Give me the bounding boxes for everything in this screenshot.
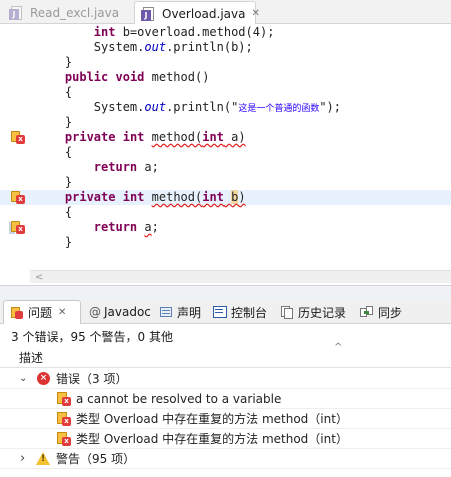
tab-console[interactable]: 控制台 [213, 300, 267, 324]
tab-label: Overload.java [162, 6, 246, 21]
horizontal-scrollbar[interactable]: < [30, 270, 451, 283]
tree-group-errors[interactable]: ⌄ × 错误（3 项） [0, 369, 451, 389]
code-area[interactable]: int b=overload.method(4); System.out.pri… [0, 25, 451, 250]
java-file-icon: J [141, 6, 157, 22]
panel-separator[interactable] [0, 285, 451, 300]
error-marker-icon[interactable]: x [11, 131, 25, 144]
tab-label: Read_excl.java [30, 5, 120, 20]
code-line: } [64, 115, 73, 129]
error-text: 类型 Overload 中存在重复的方法 method（int） [76, 432, 348, 446]
code-line: System.out.println("这是一个普通的函数"); [93, 100, 342, 114]
error-marker-icon: x [56, 411, 72, 427]
javadoc-icon: @ [89, 305, 101, 319]
code-line: return a; [93, 160, 159, 174]
error-marker-icon[interactable]: x [11, 221, 25, 234]
bottom-view-tabs: 问题 ✕ @ Javadoc 声明 控制台 历史记录 同步 [0, 300, 451, 324]
sync-icon [360, 305, 374, 319]
code-line: int b=overload.method(4); [93, 25, 275, 39]
problems-tree: ⌄ × 错误（3 项） x a cannot be resolved to a … [0, 369, 451, 469]
tab-javadoc[interactable]: @ Javadoc [89, 300, 151, 324]
declaration-icon [159, 305, 173, 319]
code-line: } [64, 55, 73, 69]
code-line: System.out.println(b); [93, 40, 253, 54]
tab-read-excl[interactable]: J Read_excl.java [3, 1, 131, 24]
code-line-error-current: x private int method(int b) [0, 190, 451, 205]
close-icon[interactable]: ✕ [58, 307, 66, 318]
console-icon [213, 305, 227, 319]
scroll-left-icon[interactable]: < [35, 271, 43, 284]
code-line: { [64, 85, 73, 99]
warning-triangle-icon: ! [36, 452, 50, 465]
code-line: } [64, 235, 73, 249]
code-line: public void method() [64, 70, 210, 84]
close-icon[interactable]: ✕ [251, 8, 259, 19]
problems-icon [10, 306, 24, 320]
history-icon [280, 305, 294, 319]
tab-problems[interactable]: 问题 ✕ [3, 300, 81, 324]
tab-declaration[interactable]: 声明 [159, 300, 201, 324]
error-text: 类型 Overload 中存在重复的方法 method（int） [76, 412, 348, 426]
code-editor[interactable]: int b=overload.method(4); System.out.pri… [0, 24, 451, 284]
error-marker-icon[interactable]: x [11, 191, 25, 204]
java-file-icon: J [9, 5, 25, 21]
error-marker-icon: x [56, 431, 72, 447]
code-line: { [64, 145, 73, 159]
tab-synchronize[interactable]: 同步 [360, 300, 402, 324]
tree-group-warnings[interactable]: › ! 警告（95 项） [0, 449, 451, 469]
code-line-error: x return a; [0, 220, 451, 235]
tree-item-error[interactable]: x 类型 Overload 中存在重复的方法 method（int） [0, 409, 451, 429]
chevron-right-icon[interactable]: › [20, 449, 25, 469]
group-label: 错误（3 项） [56, 372, 128, 386]
code-line: { [64, 205, 73, 219]
column-header-description[interactable]: 描述 ^ [0, 342, 451, 368]
tree-item-error[interactable]: x 类型 Overload 中存在重复的方法 method（int） [0, 429, 451, 449]
code-line: } [64, 175, 73, 189]
error-circle-icon: × [37, 372, 50, 385]
tab-history[interactable]: 历史记录 [280, 300, 346, 324]
tab-overload[interactable]: J Overload.java ✕ [134, 1, 260, 25]
tree-item-error[interactable]: x a cannot be resolved to a variable [0, 389, 451, 409]
sort-indicator-icon: ^ [334, 342, 343, 353]
editor-tab-strip: J Read_excl.java J Overload.java ✕ [0, 0, 451, 25]
error-marker-icon: x [56, 391, 72, 407]
problems-summary: 3 个错误，95 个警告，0 其他 [11, 330, 173, 344]
error-text: a cannot be resolved to a variable [76, 392, 282, 406]
code-line-error: x private int method(int a) [0, 130, 451, 145]
chevron-down-icon[interactable]: ⌄ [19, 369, 27, 389]
column-header-label: 描述 [19, 351, 44, 365]
group-label: 警告（95 项） [56, 452, 136, 466]
